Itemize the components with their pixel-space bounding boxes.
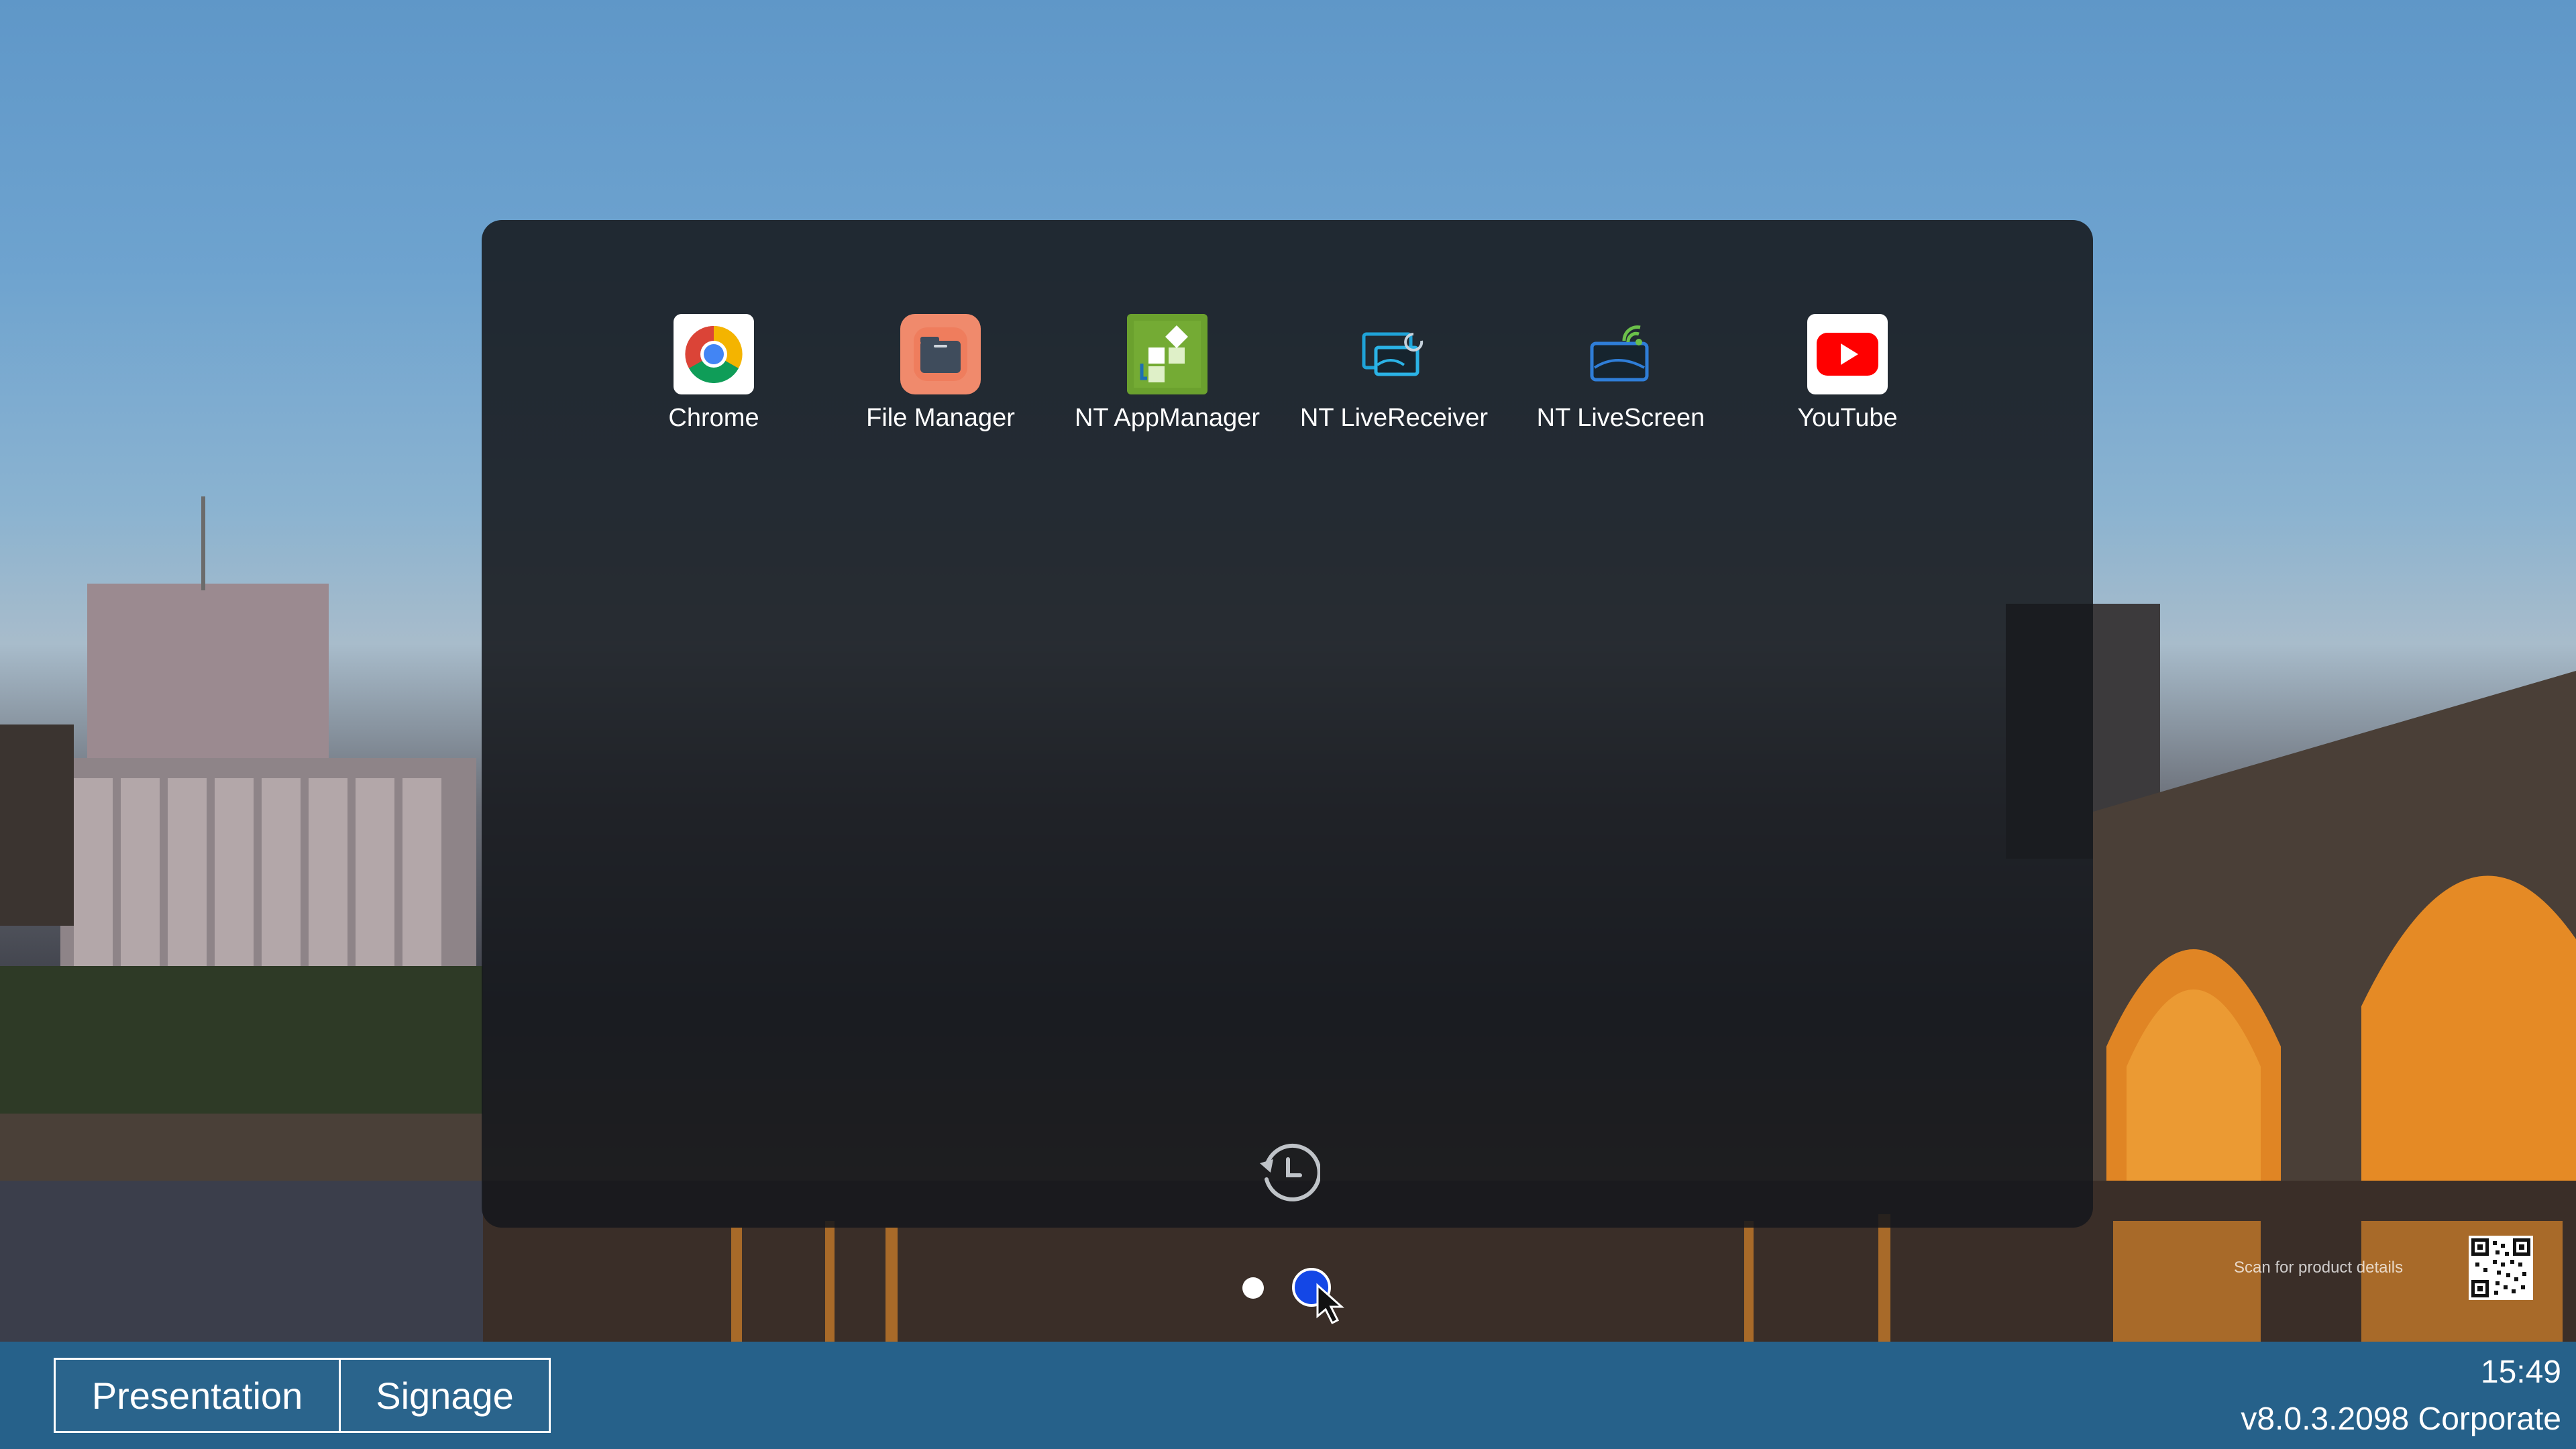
app-nt-livereceiver[interactable]: NT LiveReceiver — [1280, 314, 1508, 455]
app-chrome[interactable]: Chrome — [600, 314, 828, 455]
version-label: v8.0.3.2098 Corporate — [2241, 1401, 2561, 1437]
app-youtube[interactable]: YouTube — [1733, 314, 1962, 455]
app-file-manager[interactable]: File Manager — [826, 314, 1055, 455]
app-label: NT AppManager — [1074, 404, 1260, 432]
app-nt-appmanager[interactable]: NT AppManager — [1053, 314, 1281, 455]
app-label: YouTube — [1797, 404, 1898, 432]
chrome-icon — [674, 314, 754, 394]
page-indicator-1[interactable] — [1242, 1277, 1264, 1299]
qr-code-icon — [2469, 1236, 2533, 1300]
app-nt-livescreen[interactable]: NT LiveScreen — [1507, 314, 1735, 455]
qr-caption: Scan for product details — [2234, 1258, 2404, 1277]
mouse-pointer-icon — [1316, 1283, 1344, 1325]
app-label: Chrome — [668, 404, 759, 432]
app-label: NT LiveReceiver — [1299, 404, 1489, 432]
recents-button[interactable] — [1246, 1132, 1327, 1213]
signage-button[interactable]: Signage — [339, 1358, 551, 1433]
app-drawer: Chrome File Manager NT AppManager NT Liv… — [482, 220, 2093, 1228]
app-label: File Manager — [866, 404, 1015, 432]
app-label: NT LiveScreen — [1536, 404, 1705, 432]
folder-icon — [900, 314, 981, 394]
livescreen-icon — [1580, 314, 1661, 394]
appmanager-icon — [1127, 314, 1208, 394]
presentation-button[interactable]: Presentation — [54, 1358, 341, 1433]
clock: 15:49 — [2480, 1354, 2561, 1390]
taskbar: Presentation Signage 15:49 v8.0.3.2098 C… — [0, 1342, 2576, 1449]
history-icon — [1260, 1143, 1320, 1201]
livereceiver-icon — [1354, 314, 1434, 394]
youtube-icon — [1807, 314, 1888, 394]
